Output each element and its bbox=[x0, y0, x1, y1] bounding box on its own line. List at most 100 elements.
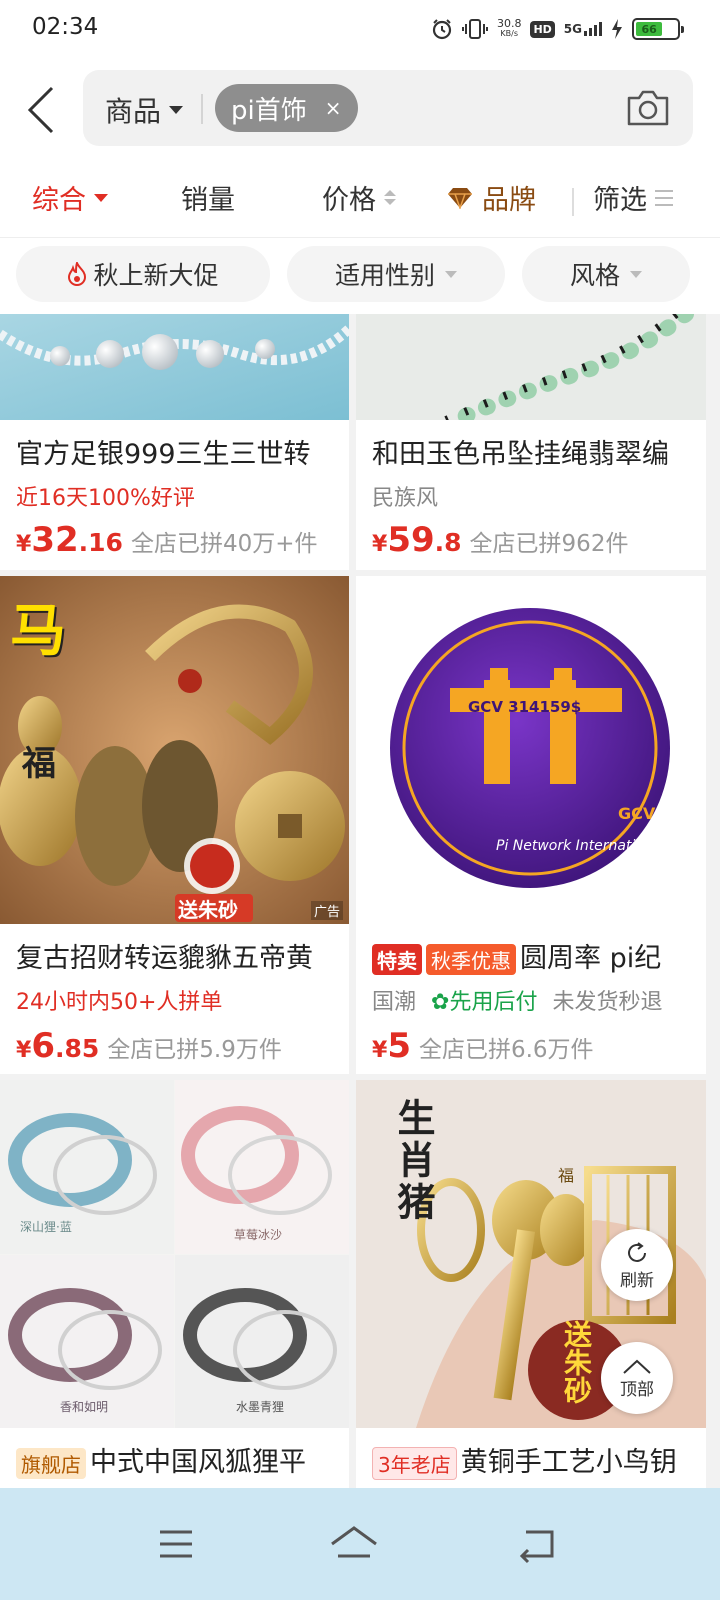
price-integer: 59 bbox=[387, 520, 435, 560]
search-scope-label: 商品 bbox=[105, 95, 162, 128]
product-card[interactable]: 官方足银999三生三世转 近16天100%好评 ¥ 32 .16 全店已拼40万… bbox=[0, 314, 349, 570]
refresh-button[interactable]: 刷新 bbox=[601, 1229, 673, 1301]
quick-filter-label: 秋上新大促 bbox=[93, 261, 219, 290]
product-card[interactable]: 和田玉色吊坠挂绳翡翠编 民族风 ¥ 59 .8 全店已拼962件 bbox=[356, 314, 706, 570]
image-caption: 深山狸·蓝 bbox=[20, 1220, 72, 1234]
close-icon[interactable]: × bbox=[325, 96, 342, 120]
product-card[interactable]: 马 福 送朱砂 广告 复古招财转运貔貅五帝黄 24小时内50+人拼单 ¥ 6 .… bbox=[0, 576, 349, 1074]
search-header: 商品 pi首饰 × bbox=[0, 56, 720, 160]
image-text-fortune: 福 bbox=[558, 1166, 575, 1185]
search-query-text: pi首饰 bbox=[231, 95, 307, 126]
quick-filter-gender[interactable]: 适用性别 bbox=[287, 246, 505, 302]
divider bbox=[201, 94, 203, 124]
product-feed[interactable]: 官方足银999三生三世转 近16天100%好评 ¥ 32 .16 全店已拼40万… bbox=[0, 314, 720, 1488]
product-image: 马 福 送朱砂 广告 bbox=[0, 576, 349, 924]
sold-count: 全店已拼5.9万件 bbox=[107, 1037, 282, 1063]
product-subtitle: 24小时内50+人拼单 bbox=[16, 990, 223, 1015]
net-speed-unit: KB/s bbox=[500, 29, 518, 38]
sold-count: 全店已拼40万+件 bbox=[130, 531, 318, 557]
image-text-badge: 送朱砂 bbox=[178, 898, 238, 922]
net-speed: 30.8 KB/s bbox=[496, 17, 522, 39]
product-subtitle: 近16天100%好评 bbox=[16, 486, 195, 511]
return-icon[interactable] bbox=[512, 1518, 564, 1570]
product-title: 和田玉色吊坠挂绳翡翠编 bbox=[372, 439, 669, 470]
network-type: 5G bbox=[563, 22, 582, 36]
image-caption: 香和如明 bbox=[60, 1400, 109, 1414]
back-to-top-label: 顶部 bbox=[620, 1379, 654, 1400]
product-card[interactable]: 深山狸·蓝 草莓冰沙 香和如明 水墨青狸 旗舰店 中式中国风狐狸平 bbox=[0, 1080, 349, 1488]
tab-label: 价格 bbox=[322, 185, 376, 216]
quick-filters: 秋上新大促 适用性别 风格 bbox=[0, 238, 720, 314]
product-card[interactable]: GCV 314159$ Pi Network International GCV… bbox=[356, 576, 706, 1074]
tab-sales[interactable]: 销量 bbox=[181, 178, 235, 217]
tag-flagship-store: 旗舰店 bbox=[16, 1448, 86, 1479]
system-nav-bar bbox=[0, 1488, 720, 1600]
image-text-arc: Pi Network International bbox=[496, 838, 666, 854]
price-integer: 6 bbox=[31, 1026, 55, 1066]
tab-brand[interactable]: 品牌 bbox=[446, 178, 536, 217]
sort-arrows-icon bbox=[384, 190, 396, 205]
image-text-code: GCV 314159$ bbox=[468, 698, 582, 716]
battery-level: 66 bbox=[636, 22, 663, 36]
price-row: ¥ 59 .8 全店已拼962件 bbox=[372, 520, 628, 560]
image-text-badge: 送朱砂 bbox=[560, 1320, 593, 1404]
net-speed-value: 30.8 bbox=[496, 17, 522, 30]
price-decimal: .16 bbox=[78, 528, 123, 557]
price-integer: 32 bbox=[31, 520, 79, 560]
search-scope-dropdown[interactable]: 商品 bbox=[105, 90, 184, 130]
status-bar: 02:34 30.8 KB/s HD 5G 66 bbox=[0, 0, 720, 56]
product-image: 深山狸·蓝 草莓冰沙 香和如明 水墨青狸 bbox=[0, 1080, 349, 1428]
product-image: GCV 314159$ Pi Network International GCV bbox=[356, 576, 706, 924]
status-icons: 30.8 KB/s HD 5G 66 bbox=[431, 14, 684, 44]
tab-label: 销量 bbox=[181, 185, 235, 216]
price-currency: ¥ bbox=[16, 1038, 32, 1063]
product-title-row: 旗舰店 中式中国风狐狸平 bbox=[16, 1440, 346, 1479]
chevron-down-icon bbox=[94, 193, 108, 202]
price-currency: ¥ bbox=[372, 1038, 388, 1063]
status-time: 02:34 bbox=[32, 14, 99, 40]
camera-icon[interactable] bbox=[625, 86, 671, 130]
price-decimal: .85 bbox=[54, 1034, 100, 1063]
charging-icon bbox=[612, 19, 622, 39]
price-row: ¥ 5 全店已拼6.6万件 bbox=[372, 1026, 594, 1066]
product-title-row: 3年老店 黄铜手工艺小鸟钥 bbox=[372, 1440, 702, 1480]
tag-old-shop: 3年老店 bbox=[372, 1447, 457, 1480]
price-row: ¥ 6 .85 全店已拼5.9万件 bbox=[16, 1026, 282, 1066]
alarm-icon bbox=[432, 19, 452, 40]
product-title: 官方足银999三生三世转 bbox=[16, 439, 311, 470]
tab-label: 品牌 bbox=[482, 185, 536, 216]
quick-filter-autumn-sale[interactable]: 秋上新大促 bbox=[16, 246, 270, 302]
price-decimal: .8 bbox=[434, 528, 462, 557]
signal-icon: 5G bbox=[564, 22, 602, 36]
product-title: 黄铜手工艺小鸟钥 bbox=[460, 1447, 677, 1478]
product-image bbox=[0, 314, 349, 420]
image-caption: 水墨青狸 bbox=[236, 1400, 285, 1414]
price-integer: 5 bbox=[387, 1026, 411, 1066]
shield-icon: ✿ bbox=[431, 990, 450, 1015]
tab-filter[interactable]: 筛选 bbox=[593, 178, 673, 217]
style-label: 国潮 bbox=[372, 990, 417, 1015]
back-icon[interactable] bbox=[22, 82, 62, 138]
refresh-label: 刷新 bbox=[620, 1270, 654, 1291]
tab-label: 筛选 bbox=[593, 185, 647, 216]
back-to-top-button[interactable]: 顶部 bbox=[601, 1342, 673, 1414]
menu-icon[interactable] bbox=[150, 1518, 202, 1570]
vibrate-icon bbox=[461, 19, 488, 39]
shipping-label: 未发货秒退 bbox=[552, 990, 663, 1015]
search-query-chip[interactable]: pi首饰 × bbox=[215, 84, 358, 132]
tab-price[interactable]: 价格 bbox=[322, 178, 396, 217]
search-box[interactable]: 商品 pi首饰 × bbox=[83, 70, 693, 146]
quick-filter-label: 风格 bbox=[569, 261, 620, 290]
quick-filter-style[interactable]: 风格 bbox=[522, 246, 690, 302]
product-subtitle: 民族风 bbox=[372, 486, 439, 511]
product-title: 复古招财转运貔貅五帝黄 bbox=[16, 943, 313, 974]
image-text-gcv: GCV bbox=[618, 804, 656, 823]
chevron-down-icon bbox=[445, 270, 457, 278]
diamond-icon bbox=[448, 187, 472, 209]
price-row: ¥ 32 .16 全店已拼40万+件 bbox=[16, 520, 317, 560]
quick-filter-label: 适用性别 bbox=[334, 261, 435, 290]
home-icon[interactable] bbox=[328, 1518, 380, 1570]
tab-comprehensive[interactable]: 综合 bbox=[32, 178, 108, 217]
sort-tabs: 综合 销量 价格 品牌 筛选 bbox=[0, 160, 720, 238]
product-title: 圆周率 pi纪 bbox=[520, 943, 662, 974]
